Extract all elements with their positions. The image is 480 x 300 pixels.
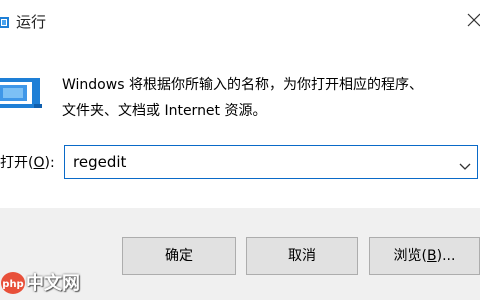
run-icon <box>0 14 10 30</box>
run-description: Windows 将根据你所输入的名称，为你打开相应的程序、 文件夹、文档或 In… <box>62 72 472 124</box>
title-bar: 运行 <box>0 0 480 40</box>
cancel-button[interactable]: 取消 <box>246 237 358 275</box>
open-label-prefix: 打开( <box>0 155 34 171</box>
browse-label-suffix: )... <box>436 248 456 264</box>
open-label-suffix: ): <box>44 155 55 171</box>
run-dialog-icon <box>0 76 46 112</box>
open-combobox[interactable]: regedit <box>64 145 478 179</box>
php-logo-icon: php <box>1 272 25 294</box>
browse-label-prefix: 浏览( <box>393 248 428 264</box>
description-line-2: 文件夹、文档或 Internet 资源。 <box>62 103 267 119</box>
window-title: 运行 <box>16 13 47 31</box>
open-label: 打开(O): <box>0 153 55 173</box>
browse-label-accelerator: B <box>427 248 437 264</box>
ok-button[interactable]: 确定 <box>122 237 236 275</box>
watermark-site-text: 中文网 <box>26 273 80 294</box>
php-logo-text: php <box>2 279 23 290</box>
close-icon[interactable] <box>458 8 480 32</box>
dropdown-button[interactable] <box>459 157 471 170</box>
close-button[interactable] <box>458 8 480 32</box>
browse-button[interactable]: 浏览(B)... <box>369 237 480 275</box>
watermark: php 中文网 <box>0 270 100 298</box>
open-input[interactable]: regedit <box>73 153 126 171</box>
open-label-accelerator: O <box>33 155 45 171</box>
chevron-down-icon[interactable] <box>459 162 471 172</box>
description-line-1: Windows 将根据你所输入的名称，为你打开相应的程序、 <box>62 77 423 93</box>
run-dialog: 运行 Windows 将根据你所输入的名称，为你打开相应的程序、 文件夹、文档或… <box>0 0 480 300</box>
